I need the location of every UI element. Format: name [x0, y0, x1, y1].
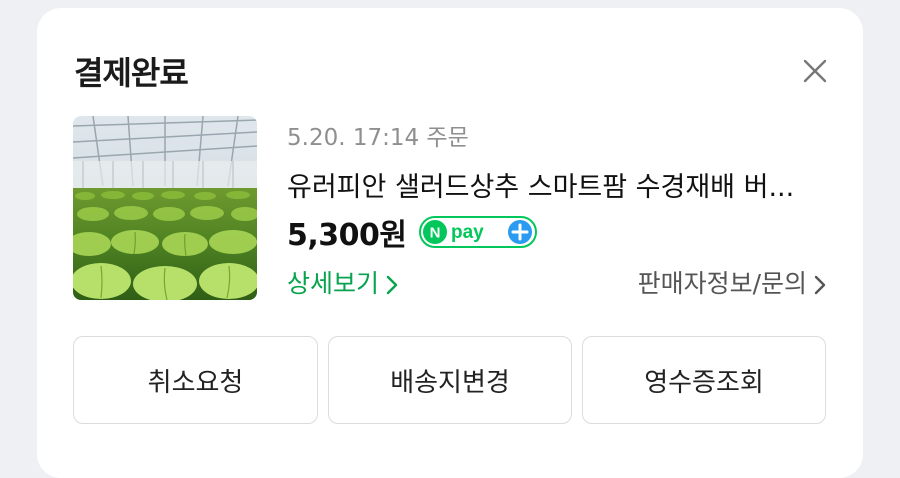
npay-brand-text: pay: [451, 222, 484, 243]
page-title: 결제완료: [74, 54, 189, 92]
close-button[interactable]: [797, 53, 833, 89]
order-complete-card: 결제완료 5.20. 17:14 주문 유러피안 샐러드상추 스마트팜 수경재배…: [37, 8, 863, 478]
detail-link-label: 상세보기: [287, 269, 380, 298]
detail-link[interactable]: 상세보기: [287, 264, 399, 300]
product-name[interactable]: 유러피안 샐러드상추 스마트팜 수경재배 버...: [287, 165, 827, 204]
cancel-request-label: 취소요청: [147, 367, 244, 398]
receipt-view-label: 영수증조회: [644, 367, 764, 398]
price: 5,300원: [287, 218, 407, 253]
price-row: 5,300원 N pay: [287, 210, 537, 254]
order-date: 5.20. 17:14 주문: [287, 125, 469, 151]
chevron-right-icon: [814, 275, 826, 295]
close-icon: [803, 59, 827, 83]
npay-plus-badge: N pay: [418, 216, 537, 248]
npay-brand-letter: N: [429, 225, 440, 242]
product-thumbnail[interactable]: [73, 116, 257, 300]
change-address-button[interactable]: 배송지변경: [328, 336, 572, 424]
greenhouse-lettuce-image: [73, 116, 257, 300]
chevron-right-icon: [386, 275, 398, 295]
change-address-label: 배송지변경: [390, 367, 510, 398]
seller-info-link[interactable]: 판매자정보/문의: [638, 264, 827, 300]
seller-info-label: 판매자정보/문의: [637, 269, 807, 298]
cancel-request-button[interactable]: 취소요청: [73, 336, 318, 424]
receipt-view-button[interactable]: 영수증조회: [582, 336, 826, 424]
npay-plus-icon: N pay: [418, 216, 537, 248]
